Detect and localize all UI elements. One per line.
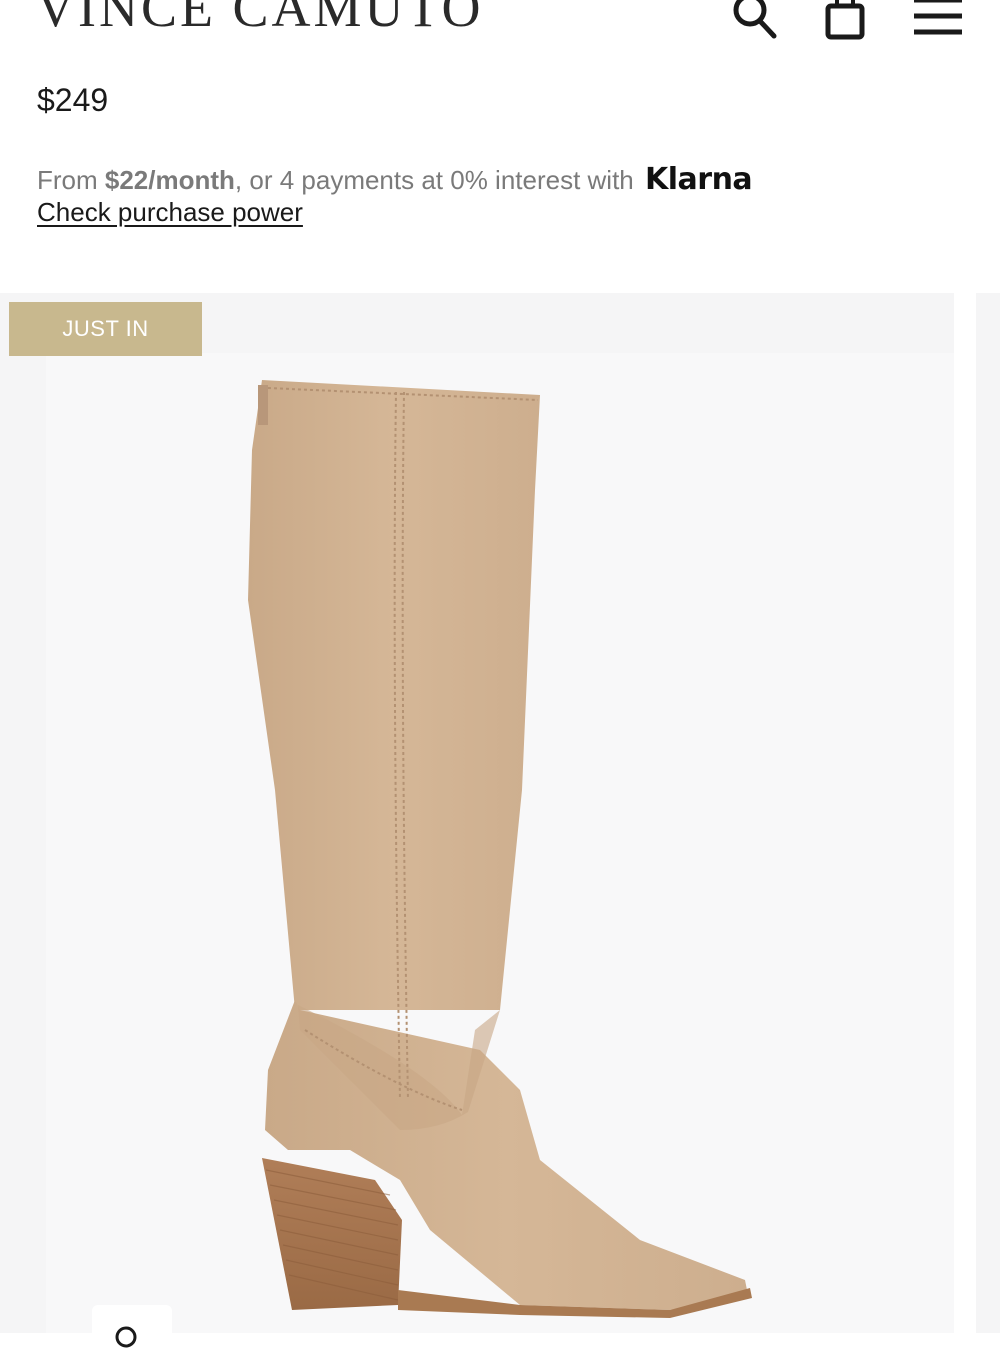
product-price: $249	[37, 82, 109, 118]
menu-icon[interactable]	[912, 0, 964, 46]
financing-prefix: From	[37, 165, 105, 195]
zoom-icon	[115, 1326, 137, 1348]
next-image-peek[interactable]	[976, 293, 1000, 1333]
financing-middle: , or 4 payments at 0% interest with	[234, 165, 641, 195]
search-icon[interactable]	[728, 0, 780, 46]
check-purchase-power-link[interactable]: Check purchase power	[37, 197, 303, 228]
financing-monthly: $22/month	[104, 165, 235, 195]
zoom-button[interactable]	[92, 1305, 172, 1348]
boot-product-image[interactable]	[200, 370, 800, 1330]
site-header: VINCE CAMUTO	[0, 0, 1000, 60]
shopping-bag-icon[interactable]	[820, 0, 872, 46]
brand-logo[interactable]: VINCE CAMUTO	[36, 0, 484, 38]
financing-message: From $22/month, or 4 payments at 0% inte…	[37, 162, 753, 197]
klarna-logo: Klarna	[645, 162, 753, 197]
just-in-badge: JUST IN	[9, 302, 202, 356]
